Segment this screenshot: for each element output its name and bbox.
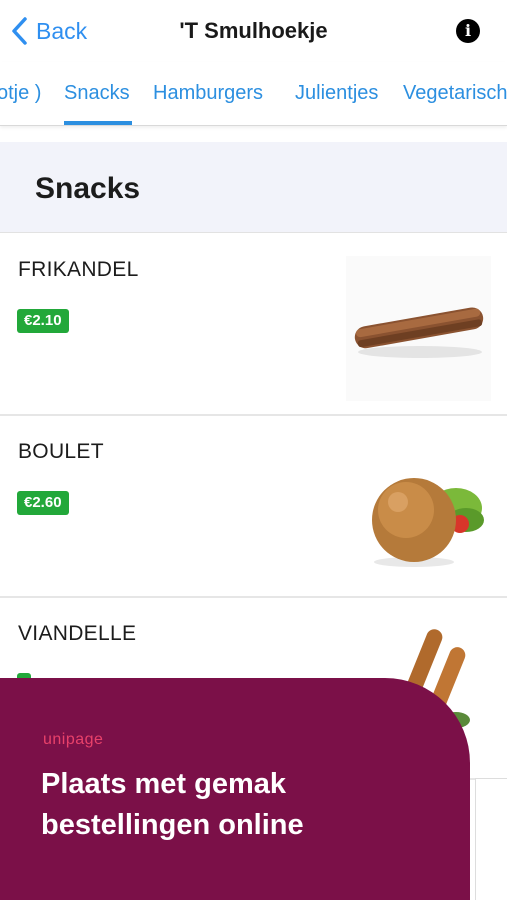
active-tab-indicator <box>64 121 132 125</box>
tab-julientjes[interactable]: Julientjes <box>295 82 378 105</box>
info-icon[interactable]: i <box>456 19 480 43</box>
boulet-image <box>346 438 491 583</box>
page-title: 'T Smulhoekje <box>179 18 328 43</box>
promo-side-panel <box>475 778 507 900</box>
tab-vegetarisch[interactable]: Vegetarisch <box>403 82 507 105</box>
item-name: VIANDELLE <box>18 622 137 645</box>
item-name: FRIKANDEL <box>18 258 139 281</box>
navigation-bar: Back 'T Smulhoekje i <box>0 0 507 62</box>
tab-partial[interactable]: otje ) <box>0 82 41 105</box>
section-header: Snacks <box>0 142 507 233</box>
tab-hamburgers[interactable]: Hamburgers <box>153 82 263 105</box>
menu-item-boulet[interactable]: BOULET €2.60 <box>0 416 507 598</box>
section-title: Snacks <box>35 172 141 205</box>
item-name: BOULET <box>18 440 104 463</box>
tab-snacks[interactable]: Snacks <box>64 82 130 105</box>
menu-item-frikandel[interactable]: FRIKANDEL €2.10 <box>0 234 507 416</box>
promo-text: Plaats met gemak bestellingen online <box>41 768 304 841</box>
price-badge: €2.10 <box>17 309 69 333</box>
price-badge: €2.60 <box>17 491 69 515</box>
promo-brand: unipage <box>43 731 104 748</box>
category-tabs: otje ) Snacks Hamburgers Julientjes Vege… <box>0 62 507 126</box>
frikandel-image <box>346 256 491 401</box>
